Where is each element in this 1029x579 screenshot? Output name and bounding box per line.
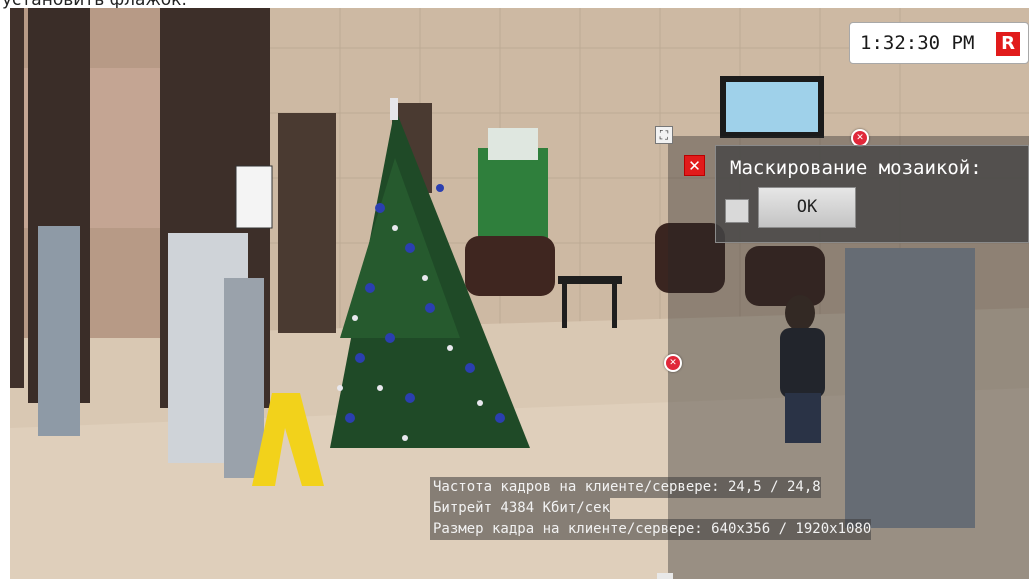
mosaic-mask-panel: Маскирование мозаикой: OK: [715, 145, 1029, 243]
stat-bitrate: Битрейт 4384 Кбит/сек: [430, 498, 611, 519]
mask-resize-handle[interactable]: [657, 573, 673, 579]
mosaic-mask-checkbox[interactable]: [725, 199, 749, 223]
instruction-text: установить флажок.: [2, 0, 187, 10]
mask-close-button[interactable]: ✕: [684, 155, 705, 176]
ok-button[interactable]: OK: [758, 187, 856, 228]
stream-stats: Частота кадров на клиенте/сервере: 24,5 …: [430, 477, 1029, 540]
camera-clock: 1:32:30 PM R: [849, 22, 1029, 64]
mask-move-handle[interactable]: ⛶: [655, 126, 673, 144]
clock-time: 1:32:30 PM: [860, 32, 975, 54]
mask-vertex-delete-icon[interactable]: [664, 354, 682, 372]
stat-fps: Частота кадров на клиенте/сервере: 24,5 …: [430, 477, 821, 498]
mosaic-mask-label: Маскирование мозаикой:: [730, 157, 982, 179]
recording-indicator-icon: R: [996, 32, 1020, 56]
stat-frame-size: Размер кадра на клиенте/сервере: 640x356…: [430, 519, 872, 540]
